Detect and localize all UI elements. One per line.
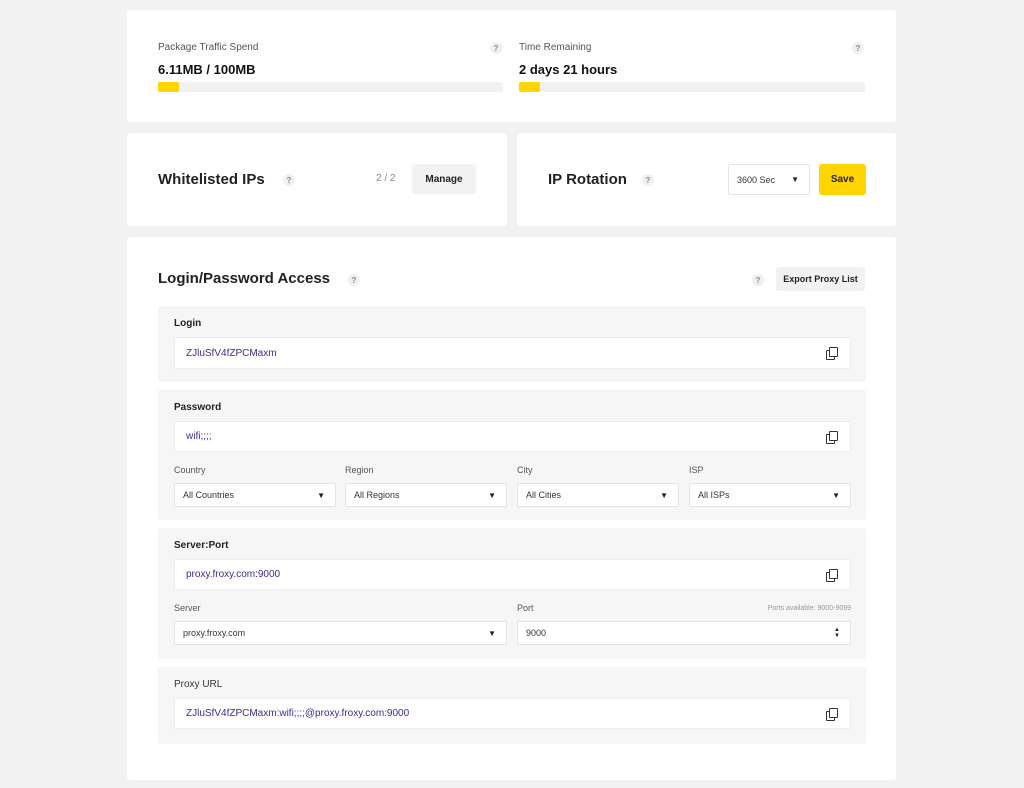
time-progress-fill: [519, 82, 540, 92]
country-label: Country: [174, 465, 206, 475]
stats-card: Package Traffic Spend ? 6.11MB / 100MB T…: [127, 10, 896, 122]
access-title: Login/Password Access: [158, 270, 331, 287]
city-value: All Cities: [526, 490, 562, 500]
copy-icon[interactable]: [826, 431, 838, 444]
login-section: Login ZJluSfV4fZPCMaxm: [158, 306, 866, 382]
copy-icon[interactable]: [826, 708, 838, 721]
password-field[interactable]: wifi;;;;: [174, 421, 851, 452]
isp-label: ISP: [689, 465, 704, 475]
proxy-url-label: Proxy URL: [174, 679, 223, 690]
time-value: 2 days 21 hours: [519, 62, 618, 77]
proxy-url-section: Proxy URL ZJluSfV4fZPCMaxm:wifi;;;;@prox…: [158, 667, 866, 744]
region-label: Region: [345, 465, 374, 475]
isp-select[interactable]: All ISPs ▼: [689, 483, 851, 507]
login-value: ZJluSfV4fZPCMaxm: [186, 347, 277, 359]
rotation-title: IP Rotation: [548, 171, 627, 188]
server-port-section: Server:Port proxy.froxy.com:9000 Server …: [158, 528, 866, 659]
ports-available-note: Ports available: 9000-9099: [767, 605, 851, 612]
server-select[interactable]: proxy.froxy.com ▼: [174, 621, 507, 645]
rotation-select[interactable]: 3600 Sec ▼: [728, 164, 810, 195]
time-progress-bar: [519, 82, 865, 92]
traffic-progress-fill: [158, 82, 180, 92]
port-value: 9000: [526, 628, 547, 638]
traffic-help-icon[interactable]: ?: [490, 42, 502, 54]
save-button[interactable]: Save: [819, 164, 866, 195]
traffic-progress-bar: [158, 82, 503, 92]
proxy-url-value: ZJluSfV4fZPCMaxm:wifi;;;;@proxy.froxy.co…: [186, 708, 410, 719]
traffic-value: 6.11MB / 100MB: [158, 62, 256, 77]
time-help-icon[interactable]: ?: [852, 42, 864, 54]
city-select[interactable]: All Cities ▼: [517, 483, 679, 507]
whitelist-help-icon[interactable]: ?: [283, 174, 295, 186]
server-port-value: proxy.froxy.com:9000: [186, 569, 281, 580]
login-field[interactable]: ZJluSfV4fZPCMaxm: [174, 337, 851, 369]
access-help-icon[interactable]: ?: [348, 274, 360, 286]
traffic-label: Package Traffic Spend: [158, 42, 259, 53]
time-label: Time Remaining: [519, 42, 592, 53]
export-help-icon[interactable]: ?: [752, 274, 764, 286]
chevron-down-icon: ▼: [832, 490, 840, 500]
copy-icon[interactable]: [826, 569, 838, 582]
server-port-field[interactable]: proxy.froxy.com:9000: [174, 559, 851, 590]
rotation-card: IP Rotation ? 3600 Sec ▼ Save: [517, 133, 896, 226]
login-label: Login: [174, 318, 202, 329]
city-label: City: [517, 465, 533, 475]
stepper-arrows-icon[interactable]: ▲ ▼: [834, 627, 840, 639]
country-select[interactable]: All Countries ▼: [174, 483, 336, 507]
whitelist-count: 2 / 2: [376, 173, 396, 184]
country-value: All Countries: [183, 490, 235, 500]
server-value: proxy.froxy.com: [183, 628, 246, 638]
chevron-down-icon: ▼: [317, 490, 325, 500]
copy-icon[interactable]: [826, 347, 838, 360]
region-select[interactable]: All Regions ▼: [345, 483, 507, 507]
manage-button[interactable]: Manage: [412, 164, 476, 194]
password-value: wifi;;;;: [186, 431, 212, 442]
region-value: All Regions: [354, 490, 400, 500]
whitelist-card: Whitelisted IPs ? 2 / 2 Manage: [127, 133, 507, 226]
export-proxy-list-button[interactable]: Export Proxy List: [776, 267, 865, 291]
proxy-url-field[interactable]: ZJluSfV4fZPCMaxm:wifi;;;;@proxy.froxy.co…: [174, 698, 851, 729]
whitelist-title: Whitelisted IPs: [158, 171, 265, 188]
chevron-down-icon: ▼: [791, 175, 799, 184]
password-label: Password: [174, 402, 222, 413]
chevron-down-icon: ▼: [660, 490, 668, 500]
server-port-label: Server:Port: [174, 540, 229, 551]
password-section: Password wifi;;;; Country All Countries …: [158, 390, 866, 520]
access-card: Login/Password Access ? ? Export Proxy L…: [127, 237, 896, 780]
port-stepper[interactable]: 9000 ▲ ▼: [517, 621, 851, 645]
server-label: Server: [174, 603, 201, 613]
port-label: Port: [517, 603, 534, 613]
isp-value: All ISPs: [698, 490, 730, 500]
chevron-down-icon: ▼: [488, 490, 496, 500]
rotation-help-icon[interactable]: ?: [642, 174, 654, 186]
rotation-selected: 3600 Sec: [737, 174, 776, 185]
chevron-down-icon: ▼: [488, 628, 496, 638]
